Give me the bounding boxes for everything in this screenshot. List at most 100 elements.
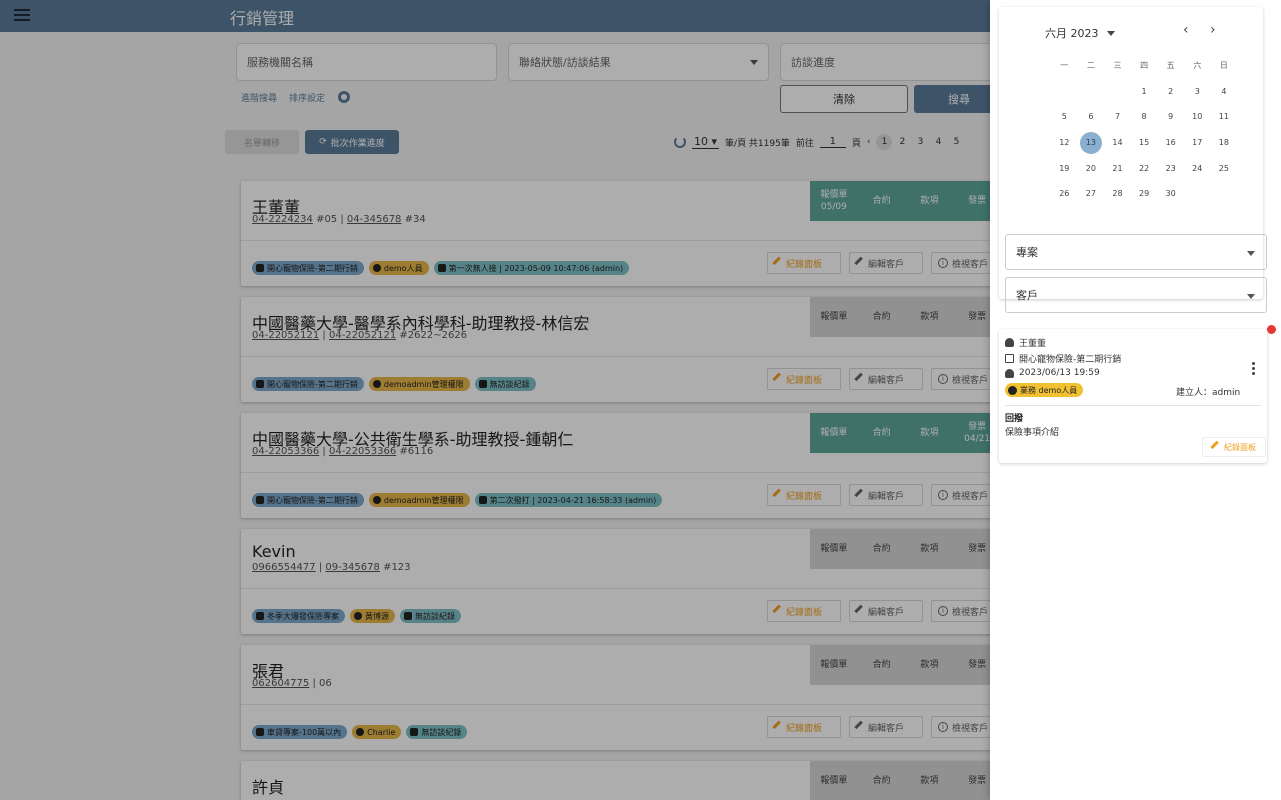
divider — [1005, 405, 1261, 406]
calendar-day-number: 20 — [1085, 163, 1096, 173]
calendar-day-number: 1 — [1141, 86, 1147, 96]
result-label: 回撥 — [1005, 414, 1024, 424]
calendar-day[interactable]: 4 — [1211, 79, 1238, 105]
calendar-day[interactable]: 14 — [1104, 130, 1131, 156]
task-record-label: 紀錄面板 — [1224, 442, 1256, 452]
calendar-day[interactable]: 16 — [1157, 130, 1184, 156]
task-project-name: 開心寵物保險-第二期行銷 — [1019, 355, 1122, 365]
calendar-day[interactable]: 6 — [1078, 104, 1105, 130]
owner-tag-label: 業務 demo人員 — [1020, 385, 1078, 395]
calendar-empty — [1078, 79, 1105, 105]
calendar-day-number: 27 — [1085, 189, 1096, 199]
calendar-day[interactable]: 19 — [1051, 155, 1078, 181]
calendar-day[interactable]: 9 — [1157, 104, 1184, 130]
weekday-label: 三 — [1113, 61, 1122, 71]
owner-tag: 業務 demo人員 — [1005, 383, 1084, 397]
calendar-day-number: 6 — [1088, 112, 1094, 122]
task-card[interactable]: 王董董 開心寵物保險-第二期行銷 2023/06/13 19:59 業務 dem… — [999, 329, 1267, 463]
calendar-month-select[interactable]: 六月 2023 — [1045, 25, 1115, 41]
calendar-day[interactable]: 1 — [1131, 79, 1158, 105]
calendar-day[interactable]: 12 — [1051, 130, 1078, 156]
bell-icon — [1005, 368, 1014, 378]
calendar-day-number: 17 — [1192, 138, 1203, 148]
face-icon — [1008, 385, 1017, 395]
calendar-day[interactable]: 27 — [1078, 181, 1105, 207]
calendar-day[interactable]: 25 — [1211, 155, 1238, 181]
calendar-day[interactable]: 15 — [1131, 130, 1158, 156]
calendar-day[interactable]: 20 — [1078, 155, 1105, 181]
weekday-label: 日 — [1219, 61, 1228, 71]
result-text: 保險事項介紹 — [1005, 428, 1060, 438]
calendar-day[interactable]: 28 — [1104, 181, 1131, 207]
calendar-day-number: 23 — [1165, 163, 1176, 173]
calendar-day-number: 8 — [1141, 112, 1147, 122]
calendar-day-number: 3 — [1194, 86, 1200, 96]
calendar-day[interactable]: 8 — [1131, 104, 1158, 130]
prev-month-icon[interactable]: ‹ — [1183, 22, 1189, 38]
notification-dot — [1267, 325, 1276, 334]
calendar-day[interactable]: 23 — [1157, 155, 1184, 181]
calendar-day-number: 19 — [1059, 163, 1070, 173]
calendar-day[interactable]: 7 — [1104, 104, 1131, 130]
calendar-day-number: 2 — [1168, 86, 1174, 96]
calendar-day-number: 30 — [1165, 189, 1176, 199]
calendar-day[interactable]: 21 — [1104, 155, 1131, 181]
calendar-day-number: 11 — [1218, 112, 1229, 122]
calendar-empty — [1104, 79, 1131, 105]
task-side-panel: 六月 2023 ‹ › 一二三四五六日 1 2 3 4 5 6 7 8 9 10 11 12 13 14 15… — [990, 0, 1281, 800]
weekday-label: 二 — [1086, 61, 1095, 71]
modal-overlay[interactable] — [0, 0, 990, 800]
calendar-day-number: 9 — [1168, 112, 1174, 122]
calendar-day[interactable]: 30 — [1157, 181, 1184, 207]
calendar-day-number: 10 — [1192, 112, 1203, 122]
calendar-day[interactable]: 11 — [1211, 104, 1238, 130]
task-record-button[interactable]: 紀錄面板 — [1202, 437, 1266, 457]
calendar-day-number: 7 — [1114, 112, 1121, 122]
task-project-row: 開心寵物保險-第二期行銷 — [1005, 352, 1121, 365]
weekday-label: 四 — [1140, 61, 1149, 71]
calendar-day-number: 26 — [1059, 189, 1070, 199]
calendar-day[interactable]: 3 — [1184, 79, 1211, 105]
calendar-day[interactable]: 10 — [1184, 104, 1211, 130]
task-reminder-time: 2023/06/13 19:59 — [1019, 368, 1100, 378]
calendar-grid: 一二三四五六日 1 2 3 4 5 6 7 8 9 10 11 12 13 14 15 16 17 18 19 20 21… — [1051, 53, 1237, 207]
calendar-day-number: 15 — [1138, 138, 1150, 148]
calendar-day-number: 16 — [1165, 138, 1176, 148]
calendar-day-number: 5 — [1061, 112, 1067, 122]
calendar-day-number: 14 — [1112, 138, 1123, 148]
project-filter-label: 專案 — [1016, 246, 1038, 259]
calendar-day-number: 28 — [1112, 189, 1123, 199]
more-vert-icon[interactable] — [1252, 362, 1255, 377]
calendar-day[interactable]: 29 — [1131, 181, 1158, 207]
weekday-label: 一 — [1060, 61, 1069, 71]
calendar-day[interactable]: 26 — [1051, 181, 1078, 207]
calendar-day[interactable]: 18 — [1211, 130, 1238, 156]
calendar-day-number: 13 — [1079, 131, 1102, 154]
calendar-empty — [1051, 79, 1078, 105]
calendar-day[interactable]: 24 — [1184, 155, 1211, 181]
calendar-day-number: 29 — [1138, 189, 1150, 199]
clipboard-icon — [1005, 354, 1014, 363]
pencil-icon — [1210, 441, 1221, 452]
calendar-month-label: 六月 2023 — [1045, 27, 1099, 40]
calendar-day[interactable]: 5 — [1051, 104, 1078, 130]
calendar-day-number: 22 — [1138, 163, 1150, 173]
calendar-day[interactable]: 22 — [1131, 155, 1158, 181]
weekday-label: 六 — [1193, 61, 1202, 71]
customer-filter-select[interactable]: 客戶 — [1005, 277, 1267, 313]
calendar-day-number: 25 — [1218, 163, 1229, 173]
task-customer-row: 王董董 — [1005, 336, 1046, 349]
people-icon — [1005, 338, 1014, 347]
calendar-day-number: 4 — [1221, 86, 1227, 96]
calendar-day-number: 18 — [1218, 138, 1229, 148]
task-reminder-row: 2023/06/13 19:59 — [1005, 368, 1100, 378]
caret-down-icon — [1106, 30, 1115, 36]
calendar-day[interactable]: 13 — [1078, 130, 1105, 156]
customer-filter-label: 客戶 — [1016, 289, 1038, 302]
project-filter-select[interactable]: 專案 — [1005, 234, 1267, 270]
next-month-icon[interactable]: › — [1210, 22, 1216, 38]
calendar-day[interactable]: 2 — [1157, 79, 1184, 105]
calendar-day[interactable]: 17 — [1184, 130, 1211, 156]
creator-text: 建立人：admin — [1176, 388, 1241, 398]
calendar-day-number: 21 — [1112, 163, 1123, 173]
